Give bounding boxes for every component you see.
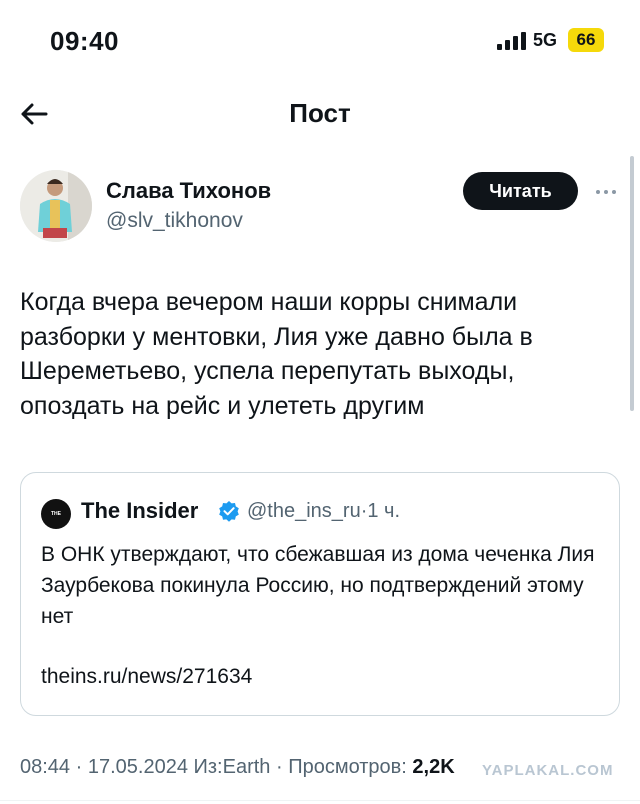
author-avatar[interactable] xyxy=(20,170,92,242)
avatar-photo xyxy=(20,170,92,242)
page-title: Пост xyxy=(289,98,351,128)
status-bar: 09:40 5G 66 xyxy=(0,0,640,80)
tweet-text: Когда вчера вечером наши корры снимали р… xyxy=(20,288,533,420)
quoted-tweet-link[interactable]: theins.ru/news/271634 xyxy=(41,665,252,689)
tweet-time: 08:44 xyxy=(20,756,71,778)
status-time: 09:40 xyxy=(50,26,119,56)
top-nav: Пост xyxy=(0,84,640,144)
quoted-tweet-text: В ОНК утверждают, что сбежавшая из дома … xyxy=(41,543,595,628)
verified-badge-icon xyxy=(219,501,239,522)
battery-indicator: 66 xyxy=(568,28,604,52)
divider xyxy=(0,800,640,801)
tweet-source: Из:Earth xyxy=(193,756,271,778)
scrollbar[interactable] xyxy=(630,156,634,411)
author-handle[interactable]: @slv_tikhonov xyxy=(106,209,243,233)
quoted-author-handle: @the_ins_ru·1 ч. xyxy=(247,500,401,522)
network-type: 5G xyxy=(533,30,558,50)
quoted-tweet-card[interactable]: THE INSIDER The Insider @the_ins_ru·1 ч.… xyxy=(20,472,620,716)
signal-strength-icon xyxy=(497,32,526,50)
views-label: Просмотров: xyxy=(288,756,407,778)
author-name[interactable]: Слава Тихонов xyxy=(106,178,271,204)
quoted-author-name: The Insider xyxy=(81,498,199,523)
tweet-date: 17.05.2024 xyxy=(87,756,188,778)
watermark: YAPLAKAL.COM xyxy=(482,762,614,779)
views-count[interactable]: 2,2K xyxy=(412,756,454,778)
more-options-icon[interactable] xyxy=(594,182,618,202)
quoted-time: 1 ч. xyxy=(367,500,401,522)
the-insider-logo-icon: THE INSIDER xyxy=(41,499,71,547)
tweet-metadata: 08:44 · 17.05.2024 Из:Earth · Просмотров… xyxy=(20,756,455,778)
quoted-handle: @the_ins_ru xyxy=(247,500,361,522)
follow-button[interactable]: Читать xyxy=(463,172,578,210)
